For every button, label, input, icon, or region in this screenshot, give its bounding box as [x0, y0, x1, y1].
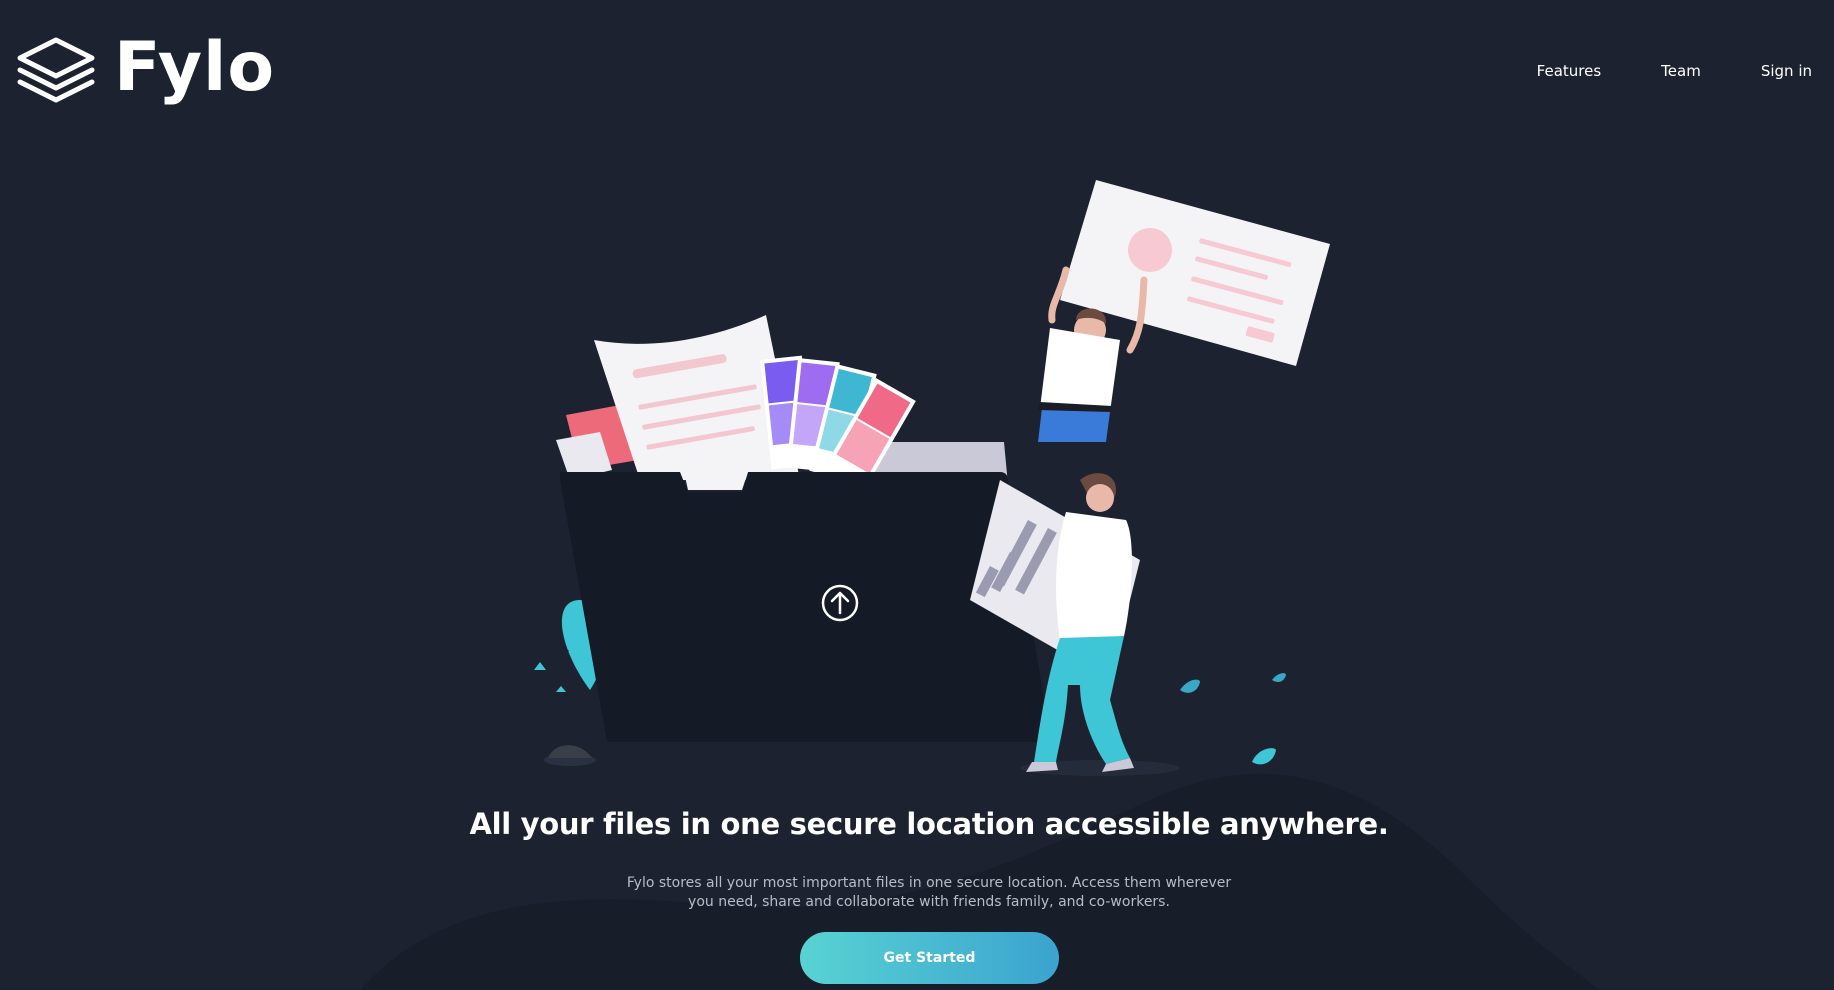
brand-name: Fylo — [114, 28, 276, 107]
brand-logo[interactable]: Fylo — [16, 28, 276, 107]
folder-illustration — [560, 472, 1050, 742]
get-started-button[interactable]: Get Started — [800, 932, 1059, 984]
hero-description-line-2: you need, share and collaborate with fri… — [688, 894, 1170, 910]
hero-illustration — [534, 180, 1330, 776]
landing-page: Fylo Features Team Sign in All your file… — [0, 0, 1834, 990]
nav-link-sign-in[interactable]: Sign in — [1761, 62, 1812, 80]
hero-description-line-1: Fylo stores all your most important file… — [626, 875, 1232, 891]
nav-link-features[interactable]: Features — [1537, 62, 1602, 80]
nav-link-team[interactable]: Team — [1661, 62, 1701, 80]
hero-description: Fylo stores all your most important file… — [0, 874, 1834, 912]
person-top-illustration — [1038, 180, 1330, 442]
layers-icon — [17, 37, 95, 103]
main-nav: Features Team Sign in — [1477, 62, 1812, 80]
hero-headline: All your files in one secure location ac… — [469, 807, 1389, 841]
